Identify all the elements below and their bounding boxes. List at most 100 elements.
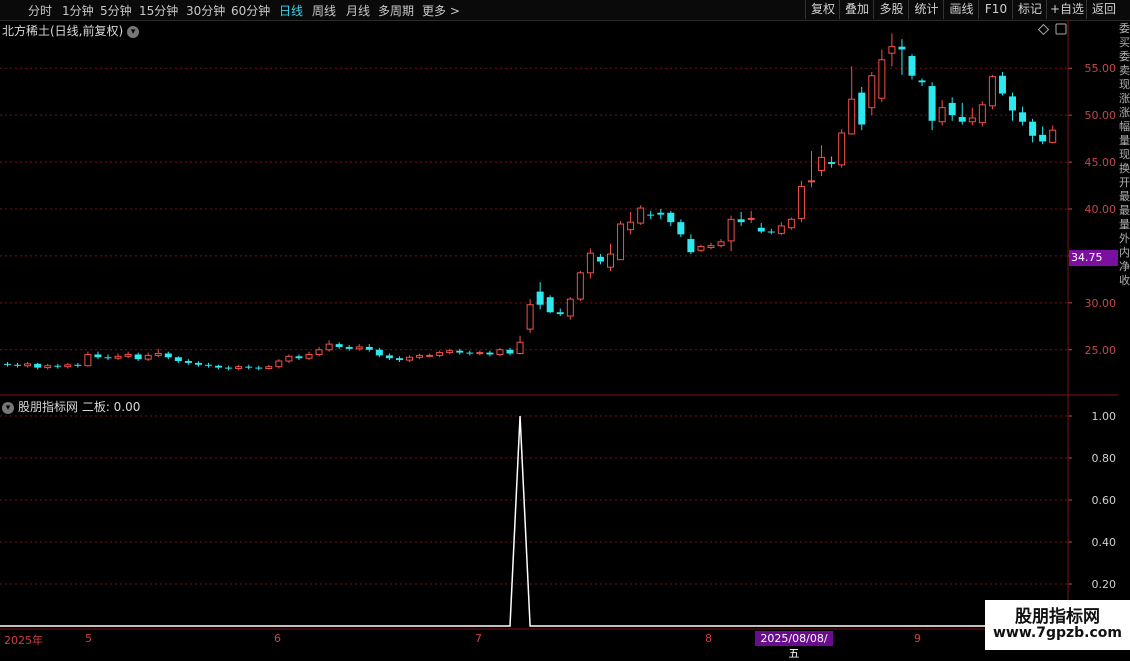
candle-body bbox=[84, 353, 92, 367]
tab-period-0[interactable]: 分时 bbox=[28, 2, 52, 19]
candle-body bbox=[335, 344, 343, 347]
candle-body bbox=[617, 223, 625, 261]
diamond-icon bbox=[1037, 23, 1050, 36]
candle-body bbox=[1019, 112, 1027, 122]
candle-body bbox=[416, 354, 424, 358]
toolbar-button-7[interactable]: +自选 bbox=[1046, 0, 1087, 19]
candle-body bbox=[395, 358, 403, 361]
candle-body bbox=[506, 349, 514, 354]
toolbar-button-0[interactable]: 复权 bbox=[805, 0, 840, 19]
candle-body bbox=[1029, 121, 1037, 136]
indicator-title-text: 股朋指标网 二板: 0.00 bbox=[18, 400, 141, 414]
candle-body bbox=[988, 76, 996, 107]
candle-body bbox=[998, 75, 1006, 94]
candle-body bbox=[225, 367, 233, 369]
candle-body bbox=[858, 92, 866, 125]
candle-body bbox=[868, 75, 876, 109]
toolbar-button-5[interactable]: F10 bbox=[978, 0, 1013, 19]
candle-body bbox=[64, 364, 72, 368]
chart-title-text: 北方稀土(日线,前复权) bbox=[2, 24, 124, 38]
candle-body bbox=[797, 185, 805, 219]
candle-body bbox=[194, 362, 202, 365]
candle-body bbox=[4, 363, 11, 365]
chevron-down-icon[interactable]: ▾ bbox=[2, 401, 14, 414]
candle-body bbox=[697, 246, 705, 251]
indicator-chart[interactable]: 0.20 0.40 0.60 0.80 1.00 bbox=[0, 396, 1130, 630]
candle-body bbox=[345, 346, 353, 349]
candle-body bbox=[767, 231, 775, 233]
candle-body bbox=[215, 365, 223, 368]
candle-body bbox=[104, 357, 112, 359]
candle-body bbox=[164, 353, 172, 358]
tab-period-1[interactable]: 1分钟 bbox=[62, 2, 94, 19]
candle-body bbox=[124, 353, 132, 357]
chevron-down-icon[interactable]: ▾ bbox=[127, 25, 140, 38]
candle-body bbox=[154, 353, 162, 356]
candle-body bbox=[566, 298, 574, 317]
indicator-title: ▾ 股朋指标网 二板: 0.00 bbox=[2, 398, 140, 415]
y-tick-label: 30.00 bbox=[1085, 297, 1117, 310]
tab-period-9[interactable]: 多周期 bbox=[378, 2, 414, 19]
year-label: 2025年 bbox=[4, 634, 43, 647]
candle-body bbox=[777, 225, 785, 234]
candle-body bbox=[496, 349, 504, 355]
candle-body bbox=[516, 341, 524, 355]
month-label: 7 bbox=[475, 632, 482, 645]
candle-body bbox=[184, 361, 192, 363]
candle-body bbox=[546, 297, 554, 313]
candle-body bbox=[305, 353, 313, 359]
tab-period-7[interactable]: 周线 bbox=[312, 2, 336, 19]
candle-body bbox=[888, 46, 896, 54]
candle-body bbox=[426, 354, 434, 357]
watermark: 股朋指标网 www.7gpzb.com bbox=[985, 600, 1130, 650]
candle-body bbox=[838, 132, 846, 166]
toolbar-button-1[interactable]: 叠加 bbox=[839, 0, 874, 19]
candle-body bbox=[586, 252, 594, 274]
y-tick-label: 0.80 bbox=[1092, 452, 1117, 465]
tab-period-10[interactable]: 更多 > bbox=[422, 2, 460, 19]
candle-body bbox=[114, 355, 122, 359]
toolbar-button-3[interactable]: 统计 bbox=[908, 0, 944, 19]
tab-period-5[interactable]: 60分钟 bbox=[231, 2, 270, 19]
month-label: 9 bbox=[914, 632, 921, 645]
candle-body bbox=[466, 352, 474, 354]
kline-chart[interactable]: 25.0030.0035.0040.0045.0050.0055.00 bbox=[0, 20, 1130, 396]
candle-body bbox=[24, 363, 32, 367]
toolbar-button-8[interactable]: 返回 bbox=[1086, 0, 1121, 19]
candle-body bbox=[787, 218, 795, 229]
candle-body bbox=[1039, 134, 1047, 142]
candle-body bbox=[94, 354, 102, 358]
candle-body bbox=[647, 214, 655, 216]
candle-body bbox=[245, 366, 253, 368]
tab-period-2[interactable]: 5分钟 bbox=[100, 2, 132, 19]
candle-body bbox=[607, 253, 614, 268]
candle-body bbox=[174, 357, 182, 362]
watermark-title: 股朋指标网 bbox=[1015, 607, 1100, 627]
current-price-tag: 34.75 bbox=[1069, 250, 1118, 266]
month-label: 5 bbox=[85, 632, 92, 645]
candle-body bbox=[325, 343, 333, 351]
candle-body bbox=[596, 256, 604, 262]
tab-period-3[interactable]: 15分钟 bbox=[139, 2, 178, 19]
candle-body bbox=[898, 46, 906, 50]
tab-period-6[interactable]: 日线 bbox=[279, 2, 303, 19]
candle-body bbox=[365, 346, 373, 350]
chart-title: 北方稀土(日线,前复权) ▾ bbox=[2, 22, 140, 39]
candle-body bbox=[556, 312, 564, 315]
candle-body bbox=[828, 162, 836, 164]
candle-body bbox=[205, 364, 212, 366]
candle-body bbox=[54, 365, 62, 367]
tab-period-8[interactable]: 月线 bbox=[346, 2, 370, 19]
watermark-url: www.7gpzb.com bbox=[992, 625, 1122, 641]
window-icon bbox=[1055, 23, 1067, 35]
y-tick-label: 55.00 bbox=[1085, 62, 1117, 75]
side-info-strip: 委买委卖现涨涨幅量现换开最最量外内净收 bbox=[1119, 22, 1130, 287]
toolbar-button-2[interactable]: 多股 bbox=[873, 0, 909, 19]
candle-body bbox=[1009, 96, 1016, 111]
candle-body bbox=[436, 352, 444, 356]
tab-period-4[interactable]: 30分钟 bbox=[186, 2, 225, 19]
toolbar-button-4[interactable]: 画线 bbox=[943, 0, 979, 19]
candle-body bbox=[265, 366, 273, 370]
candle-body bbox=[406, 356, 413, 361]
toolbar-button-6[interactable]: 标记 bbox=[1012, 0, 1047, 19]
